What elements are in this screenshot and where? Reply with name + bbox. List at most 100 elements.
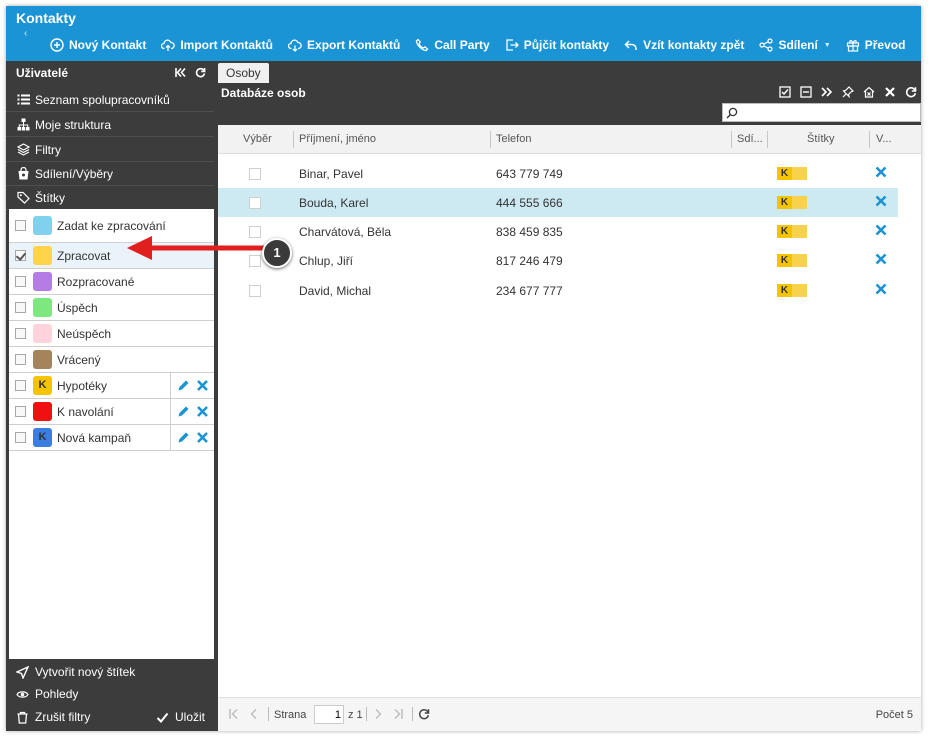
import-contacts-button[interactable]: Import Kontaktů — [161, 38, 273, 52]
collapse-double-left-icon[interactable] — [175, 67, 186, 78]
pencil-icon[interactable] — [177, 431, 190, 444]
pin-icon[interactable] — [842, 86, 854, 98]
tag-item-returned[interactable]: Vrácený — [9, 347, 214, 373]
tag-item-to-process[interactable]: Zadat ke zpracování — [9, 209, 214, 243]
delete-icon[interactable] — [196, 405, 209, 418]
last-page-icon[interactable] — [392, 708, 404, 720]
sidebar-item-sharing[interactable]: Sdílení/Výběry — [6, 162, 214, 186]
column-header-name[interactable]: Příjmení, jméno — [299, 133, 376, 145]
new-contact-label: Nový Kontakt — [69, 38, 147, 52]
table-row[interactable]: Charvátová, Běla 838 459 835 K — [218, 217, 898, 246]
new-contact-button[interactable]: Nový Kontakt — [50, 38, 146, 52]
tag-item-failure[interactable]: Neúspěch — [9, 321, 214, 347]
tag-item-mortgages[interactable]: K Hypotéky — [9, 373, 214, 399]
tag-checkbox[interactable] — [15, 276, 26, 287]
search-input[interactable] — [741, 105, 916, 120]
sidebar-item-filters[interactable]: Filtry — [6, 138, 214, 162]
tag-checkbox[interactable] — [15, 328, 26, 339]
delete-icon[interactable] — [875, 224, 887, 236]
table-row[interactable]: David, Michal 234 677 777 K — [218, 276, 898, 305]
pencil-icon[interactable] — [177, 405, 190, 418]
row-checkbox[interactable] — [249, 226, 261, 238]
create-tag-button[interactable]: Vytvořit nový štítek — [16, 665, 135, 679]
delete-icon[interactable] — [196, 379, 209, 392]
page-title: Databáze osob — [221, 86, 306, 100]
row-checkbox[interactable] — [249, 285, 261, 297]
tag-checkbox[interactable] — [15, 302, 26, 313]
call-party-button[interactable]: Call Party — [415, 38, 490, 52]
tags-icon — [17, 191, 30, 204]
column-header-select[interactable]: Výběr — [243, 133, 272, 145]
lend-contacts-button[interactable]: Půjčit kontakty — [505, 38, 609, 52]
tag-color-swatch — [33, 350, 52, 369]
sidebar-item-structure[interactable]: Moje struktura — [6, 113, 214, 137]
column-header-tags[interactable]: Štítky — [807, 133, 835, 145]
delete-icon[interactable] — [875, 283, 887, 295]
column-header-phone[interactable]: Telefon — [496, 133, 531, 145]
row-checkbox[interactable] — [249, 168, 261, 180]
prev-page-icon[interactable] — [248, 708, 260, 720]
delete-icon[interactable] — [875, 166, 887, 178]
delete-icon[interactable] — [875, 253, 887, 265]
refresh-icon[interactable] — [195, 67, 206, 78]
views-button[interactable]: Pohledy — [16, 687, 78, 701]
pencil-icon[interactable] — [177, 379, 190, 392]
search-box — [722, 103, 921, 122]
sidebar-title: Uživatelé — [16, 66, 69, 80]
row-name: Binar, Pavel — [299, 167, 364, 181]
sidebar-item-label: Filtry — [35, 142, 61, 157]
tag-color-swatch — [33, 272, 52, 291]
tag-checkbox[interactable] — [15, 354, 26, 365]
refresh-icon[interactable] — [905, 86, 917, 98]
delete-icon[interactable] — [875, 195, 887, 207]
expand-icon[interactable] — [821, 86, 833, 98]
collapse-left-icon[interactable]: ‹ — [24, 28, 27, 39]
sharing-dropdown[interactable]: Sdílení ▼ — [759, 38, 831, 52]
tag-checkbox-checked[interactable] — [15, 250, 26, 261]
table-row[interactable]: Chlup, Jiří 817 246 479 K — [218, 246, 898, 275]
app-title: Kontakty — [16, 10, 76, 26]
save-button[interactable]: Uložit — [156, 710, 205, 724]
home-remove-icon[interactable] — [863, 86, 875, 98]
tag-item-zpracovat[interactable]: Zpracovat — [9, 243, 214, 269]
row-phone: 817 246 479 — [496, 254, 563, 268]
close-icon[interactable] — [884, 86, 896, 98]
sidebar-item-coworkers[interactable]: Seznam spolupracovníků — [6, 88, 214, 112]
delete-icon[interactable] — [196, 431, 209, 444]
deselect-icon[interactable] — [800, 86, 812, 98]
tab-persons[interactable]: Osoby — [218, 63, 269, 83]
clear-filters-button[interactable]: Zrušit filtry — [16, 710, 90, 724]
first-page-icon[interactable] — [228, 708, 240, 720]
tag-actions — [170, 399, 214, 424]
tag-item-in-progress[interactable]: Rozpracované — [9, 269, 214, 295]
row-checkbox[interactable] — [249, 197, 261, 209]
tag-checkbox[interactable] — [15, 380, 26, 391]
save-label: Uložit — [175, 710, 206, 724]
tag-label: Zadat ke zpracování — [57, 218, 166, 233]
table-row-selected[interactable]: Bouda, Karel 444 555 666 K — [218, 188, 898, 217]
row-tag-badge: K — [777, 196, 808, 209]
table-row[interactable]: Binar, Pavel 643 779 749 K — [218, 159, 898, 188]
gift-icon — [846, 40, 859, 52]
column-header-v[interactable]: V... — [876, 133, 892, 145]
tag-item-new-campaign[interactable]: K Nová kampaň — [9, 425, 214, 451]
page-of-label: z 1 — [348, 709, 363, 721]
export-contacts-button[interactable]: Export Kontaktů — [288, 38, 400, 52]
tag-item-to-call[interactable]: K navolání — [9, 399, 214, 425]
next-page-icon[interactable] — [372, 708, 384, 720]
sidebar-item-tags[interactable]: Štítky — [6, 186, 214, 210]
row-phone: 838 459 835 — [496, 225, 563, 239]
check-icon — [156, 712, 169, 723]
transfer-button[interactable]: Převod — [846, 38, 905, 52]
tag-item-success[interactable]: Úspěch — [9, 295, 214, 321]
row-checkbox[interactable] — [249, 255, 261, 267]
tag-checkbox[interactable] — [15, 432, 26, 443]
page-input[interactable] — [314, 705, 344, 724]
tag-checkbox[interactable] — [15, 406, 26, 417]
take-back-contacts-button[interactable]: Vzít kontakty zpět — [624, 38, 744, 52]
tag-checkbox[interactable] — [15, 220, 26, 231]
column-header-shared[interactable]: Sdí... — [737, 133, 763, 145]
select-all-icon[interactable] — [779, 86, 791, 98]
sidebar-item-label: Moje struktura — [35, 117, 112, 132]
refresh-icon[interactable] — [418, 708, 430, 720]
